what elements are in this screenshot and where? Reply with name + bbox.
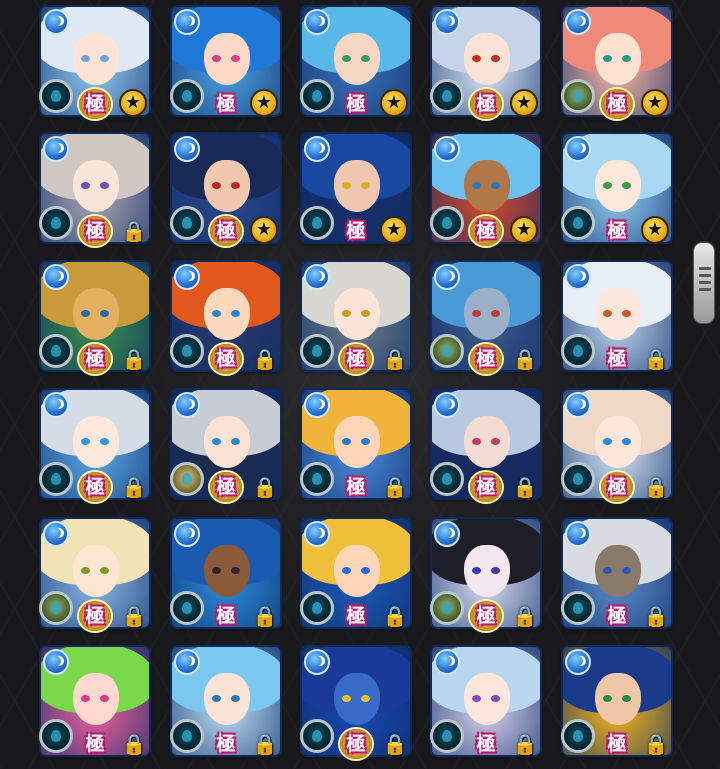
water-element-icon (174, 9, 200, 35)
monster-card[interactable] (172, 134, 280, 242)
water-element-icon (174, 264, 200, 290)
monster-card[interactable] (41, 519, 149, 627)
monster-card[interactable] (172, 647, 280, 755)
grip-icon (699, 267, 711, 301)
monster-card[interactable] (432, 519, 540, 627)
water-element-icon (174, 521, 200, 547)
monster-card[interactable] (563, 7, 671, 115)
monster-card[interactable] (41, 262, 149, 370)
water-element-icon (43, 9, 69, 35)
water-element-icon (565, 136, 591, 162)
monster-card[interactable] (41, 647, 149, 755)
water-element-icon (565, 264, 591, 290)
water-element-icon (304, 649, 330, 675)
water-element-icon (43, 521, 69, 547)
water-element-icon (304, 521, 330, 547)
monster-card[interactable] (563, 134, 671, 242)
monster-card[interactable] (172, 262, 280, 370)
water-element-icon (174, 649, 200, 675)
water-element-icon (434, 392, 460, 418)
monster-card[interactable] (432, 262, 540, 370)
water-element-icon (434, 136, 460, 162)
monster-card[interactable] (172, 519, 280, 627)
water-element-icon (43, 136, 69, 162)
monster-card[interactable] (432, 390, 540, 498)
water-element-icon (565, 649, 591, 675)
monster-card[interactable] (41, 134, 149, 242)
water-element-icon (304, 264, 330, 290)
water-element-icon (434, 264, 460, 290)
water-element-icon (565, 521, 591, 547)
scrollbar-thumb[interactable] (693, 242, 715, 324)
monster-card[interactable] (302, 134, 410, 242)
monster-card[interactable] (302, 262, 410, 370)
monster-card[interactable] (302, 7, 410, 115)
monster-card[interactable] (41, 390, 149, 498)
water-element-icon (565, 392, 591, 418)
water-element-icon (43, 392, 69, 418)
monster-card[interactable] (432, 7, 540, 115)
monster-card[interactable] (302, 390, 410, 498)
water-element-icon (434, 649, 460, 675)
monster-card[interactable] (41, 7, 149, 115)
water-element-icon (434, 521, 460, 547)
monster-card[interactable] (302, 519, 410, 627)
water-element-icon (43, 264, 69, 290)
water-element-icon (304, 9, 330, 35)
monster-card[interactable] (563, 390, 671, 498)
monster-card[interactable] (172, 390, 280, 498)
water-element-icon (565, 9, 591, 35)
monster-card[interactable] (302, 647, 410, 755)
water-element-icon (304, 136, 330, 162)
monster-card[interactable] (563, 519, 671, 627)
monster-card[interactable] (432, 647, 540, 755)
monster-box-grid: 極 ★ 極 ★ 極 ★ 極 ★ 極 ★ 極 🔒 極 ★ 極 ★ 極 ★ 極 ★ 極 🔒 極 🔒 極 🔒 極 🔒 極 🔒 極 🔒 極 🔒 極 🔒 極 🔒 極 🔒… (0, 0, 720, 769)
monster-card[interactable] (172, 7, 280, 115)
water-element-icon (174, 392, 200, 418)
monster-card[interactable] (563, 647, 671, 755)
monster-card[interactable] (432, 134, 540, 242)
water-element-icon (434, 9, 460, 35)
water-element-icon (43, 649, 69, 675)
water-element-icon (174, 136, 200, 162)
water-element-icon (304, 392, 330, 418)
monster-card[interactable] (563, 262, 671, 370)
